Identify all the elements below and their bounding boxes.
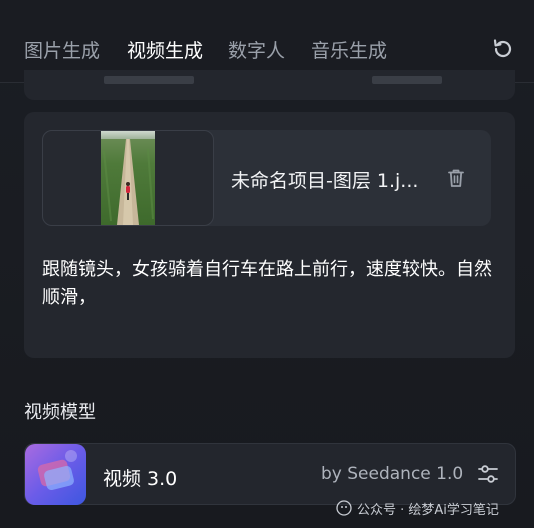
tab-image-generation[interactable]: 图片生成: [24, 36, 100, 63]
video-generation-panel: 图片生成 视频生成 数字人 音乐生成 未命名项目-图层 1.j... 跟随镜头，…: [0, 0, 534, 528]
trash-icon[interactable]: [445, 167, 467, 189]
refresh-icon[interactable]: [490, 36, 516, 62]
prompt-text[interactable]: 跟随镜头，女孩骑着自行车在路上前行，速度较快。自然顺滑，: [42, 256, 497, 312]
video-model-selector[interactable]: 视频 3.0 by Seedance 1.0: [24, 443, 516, 505]
uploaded-file-item: 未命名项目-图层 1.j...: [42, 130, 491, 226]
video-model-title: 视频模型: [24, 402, 96, 423]
previous-card-ghost-left: [104, 76, 194, 84]
thumbnail-frame[interactable]: [42, 130, 214, 226]
prompt-card: 未命名项目-图层 1.j... 跟随镜头，女孩骑着自行车在路上前行，速度较快。自…: [24, 112, 515, 358]
watermark-text: 公众号 · 绘梦Ai学习笔记: [357, 502, 499, 518]
sliders-icon[interactable]: [476, 462, 500, 486]
model-name: 视频 3.0: [103, 468, 178, 490]
uploaded-file-name: 未命名项目-图层 1.j...: [231, 170, 419, 192]
watermark: 公众号 · 绘梦Ai学习笔记: [336, 497, 499, 519]
model-provider: by Seedance 1.0: [321, 464, 464, 484]
wechat-logo-icon: [336, 500, 352, 516]
model-thumbnail-icon: [25, 444, 86, 505]
previous-card-ghost-right: [372, 76, 442, 84]
tab-video-generation[interactable]: 视频生成: [127, 36, 203, 63]
reference-image-thumbnail: [101, 131, 155, 225]
tab-music-generation[interactable]: 音乐生成: [311, 36, 387, 63]
previous-card-partial: [24, 70, 515, 100]
tab-digital-human[interactable]: 数字人: [228, 36, 285, 63]
